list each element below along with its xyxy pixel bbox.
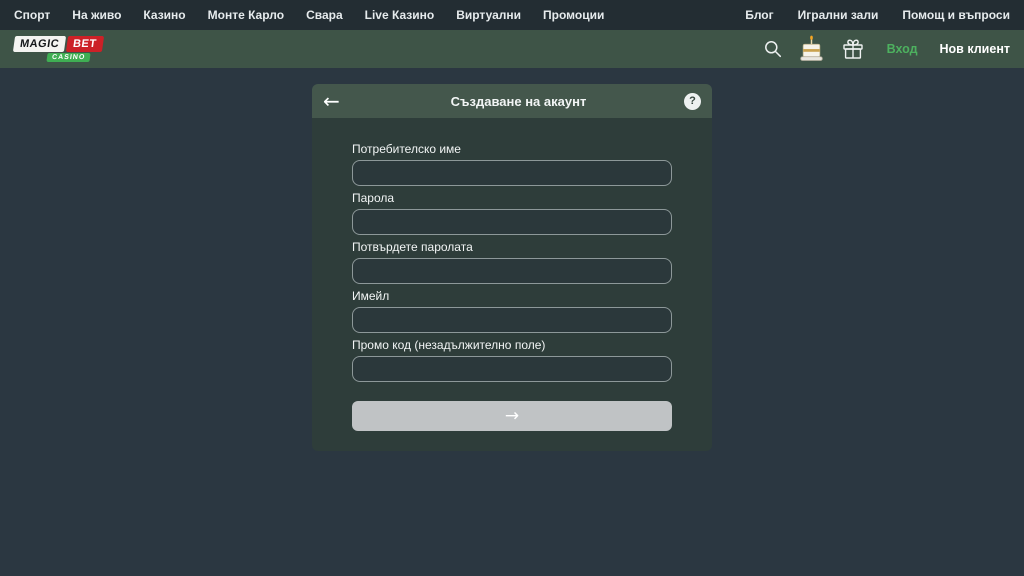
nav-item-promotions[interactable]: Промоции	[543, 8, 604, 22]
magicbet-logo[interactable]: MAGIC BET CASINO	[14, 36, 90, 62]
help-icon[interactable]: ?	[684, 93, 701, 110]
right-arrow-icon: →	[505, 408, 519, 425]
field-promo-code: Промо код (незадължително поле)	[352, 339, 672, 382]
password-input[interactable]	[352, 209, 672, 235]
logo-casino-label: CASINO	[46, 53, 90, 62]
field-email: Имейл	[352, 290, 672, 333]
registration-form: Потребителско име Парола Потвърдете паро…	[312, 118, 712, 451]
top-nav-bar: Спорт На живо Казино Монте Карло Свара L…	[0, 0, 1024, 30]
promo-code-label: Промо код (незадължително поле)	[352, 339, 672, 352]
logo-top-row: MAGIC BET	[14, 36, 90, 52]
submit-button[interactable]: →	[352, 401, 672, 431]
nav-item-monte-carlo[interactable]: Монте Карло	[208, 8, 284, 22]
back-arrow-icon[interactable]: ←	[323, 91, 353, 111]
logo-bet-label: BET	[66, 36, 104, 52]
nav-item-sport[interactable]: Спорт	[14, 8, 50, 22]
field-username: Потребителско име	[352, 143, 672, 186]
field-confirm-password: Потвърдете паролата	[352, 241, 672, 284]
page-title: Създаване на акаунт	[353, 94, 684, 109]
nav-item-virtual[interactable]: Виртуални	[456, 8, 521, 22]
register-link[interactable]: Нов клиент	[940, 42, 1010, 56]
username-input[interactable]	[352, 160, 672, 186]
birthday-cake-icon[interactable]	[799, 35, 824, 64]
nav-item-svara[interactable]: Свара	[306, 8, 343, 22]
nav-item-live[interactable]: На живо	[72, 8, 121, 22]
confirm-password-input[interactable]	[352, 258, 672, 284]
username-label: Потребителско име	[352, 143, 672, 156]
registration-card-header: ← Създаване на акаунт ?	[312, 84, 712, 118]
email-input[interactable]	[352, 307, 672, 333]
registration-card: ← Създаване на акаунт ? Потребителско им…	[312, 84, 712, 451]
brand-bar-actions: Вход Нов клиент	[747, 35, 1010, 64]
search-icon[interactable]	[764, 40, 782, 58]
nav-item-blog[interactable]: Блог	[745, 8, 773, 22]
promo-code-input[interactable]	[352, 356, 672, 382]
login-link[interactable]: Вход	[887, 42, 918, 56]
gift-icon[interactable]	[841, 37, 865, 61]
nav-item-help-questions[interactable]: Помощ и въпроси	[902, 8, 1010, 22]
email-label: Имейл	[352, 290, 672, 303]
top-nav-right: Блог Игрални зали Помощ и въпроси	[721, 8, 1010, 22]
nav-item-casino[interactable]: Казино	[143, 8, 185, 22]
top-nav-left: Спорт На живо Казино Монте Карло Свара L…	[14, 8, 626, 22]
logo-magic-label: MAGIC	[13, 36, 66, 52]
brand-bar: MAGIC BET CASINO	[0, 30, 1024, 68]
nav-item-live-casino[interactable]: Live Казино	[365, 8, 435, 22]
confirm-password-label: Потвърдете паролата	[352, 241, 672, 254]
password-label: Парола	[352, 192, 672, 205]
nav-item-gaming-halls[interactable]: Игрални зали	[798, 8, 879, 22]
field-password: Парола	[352, 192, 672, 235]
